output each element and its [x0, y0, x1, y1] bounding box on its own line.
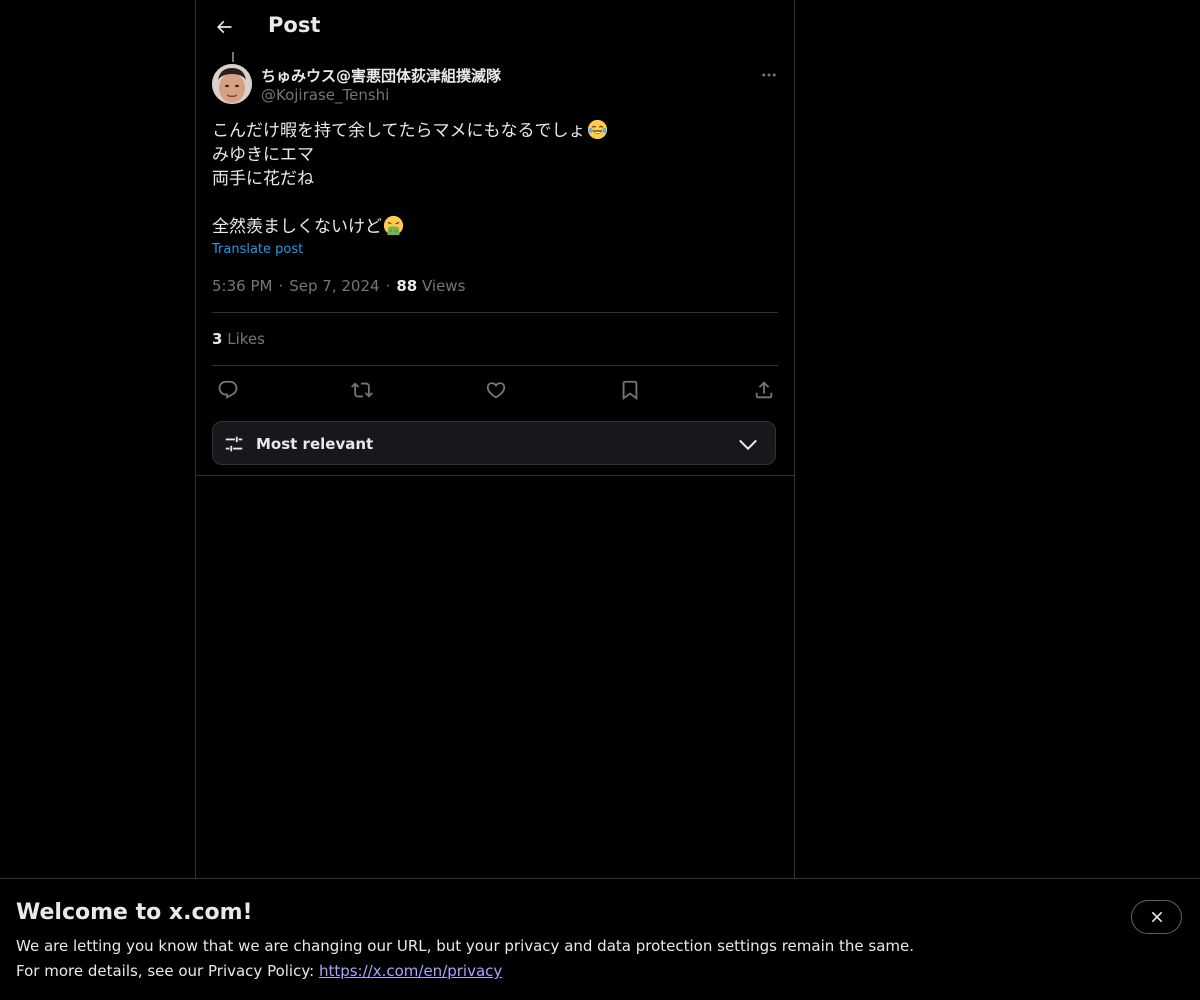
banner-title: Welcome to x.com! [16, 900, 253, 925]
like-button[interactable] [482, 376, 510, 404]
privacy-policy-link[interactable]: https://x.com/en/privacy [319, 962, 502, 980]
more-options-button[interactable] [756, 62, 782, 88]
thread-connector-line [232, 52, 234, 62]
face-with-tears-of-joy-icon [587, 119, 607, 140]
meta-separator: · [278, 277, 284, 295]
post-text-line: 両手に花だね [212, 169, 314, 189]
views-count: 88 [396, 277, 418, 295]
bookmark-icon [622, 380, 638, 401]
post-text-line-content: こんだけ暇を持て余してたらマメにもなるでしょ [212, 121, 586, 141]
likes-label: Likes [227, 330, 265, 348]
close-banner-button[interactable] [1131, 900, 1182, 934]
views-label: Views [421, 277, 466, 295]
post-text-line [212, 191, 772, 215]
reply-sort-dropdown[interactable]: Most relevant [212, 421, 776, 465]
reply-button[interactable] [214, 376, 242, 404]
post-metadata: 5:36 PM · Sep 7, 2024 · 88 Views [212, 277, 465, 295]
author-handle[interactable]: @Kojirase_Tenshi [261, 86, 389, 104]
arrow-left-icon [216, 20, 232, 34]
url-change-banner: Welcome to x.com! We are letting you kno… [0, 878, 1200, 1000]
post-text-line: こんだけ暇を持て余してたらマメにもなるでしょ [212, 119, 772, 143]
sort-label: Most relevant [256, 435, 374, 453]
repost-button[interactable] [348, 376, 376, 404]
banner-privacy-prefix: For more details, see our Privacy Policy… [16, 962, 319, 980]
divider [212, 312, 778, 313]
post-text-line: みゆきにエマ [212, 145, 314, 165]
avatar-face-image [212, 64, 252, 104]
likes-count: 3 [212, 330, 223, 348]
post-text-line-content: 全然羨ましくないけど [212, 217, 382, 237]
post-time[interactable]: 5:36 PM [212, 277, 272, 295]
translate-post-link[interactable]: Translate post [212, 242, 303, 257]
likes-link[interactable]: 3 Likes [212, 330, 265, 348]
back-button[interactable] [208, 11, 240, 43]
meta-separator: · [385, 277, 391, 295]
page-title: Post [268, 13, 321, 37]
post-text: こんだけ暇を持て余してたらマメにもなるでしょ みゆきにエマ 両手に花だね 全然羨… [212, 119, 772, 239]
banner-message: We are letting you know that we are chan… [16, 937, 915, 955]
banner-privacy-line: For more details, see our Privacy Policy… [16, 962, 502, 980]
face-vomiting-icon [383, 215, 404, 236]
sliders-icon [225, 436, 243, 452]
chevron-down-icon [739, 439, 757, 451]
repost-icon [351, 382, 373, 398]
author-display-name[interactable]: ちゅみウス@害悪団体荻津組撲滅隊 [261, 65, 501, 86]
main-column: Post ちゅみウス@害悪団体荻津組撲滅隊 @Kojirase_Tenshi こ… [195, 0, 795, 878]
more-horizontal-icon [762, 73, 776, 77]
divider [212, 365, 778, 366]
post-date[interactable]: Sep 7, 2024 [289, 277, 379, 295]
reply-icon [218, 380, 238, 399]
top-header: Post [196, 0, 794, 53]
author-avatar[interactable] [212, 64, 252, 104]
bookmark-button[interactable] [616, 376, 644, 404]
share-button[interactable] [750, 376, 778, 404]
heart-icon [486, 382, 506, 399]
share-icon [755, 381, 773, 399]
divider [196, 475, 794, 476]
close-icon [1151, 911, 1162, 923]
post-text-line: 全然羨ましくないけど [212, 215, 772, 239]
